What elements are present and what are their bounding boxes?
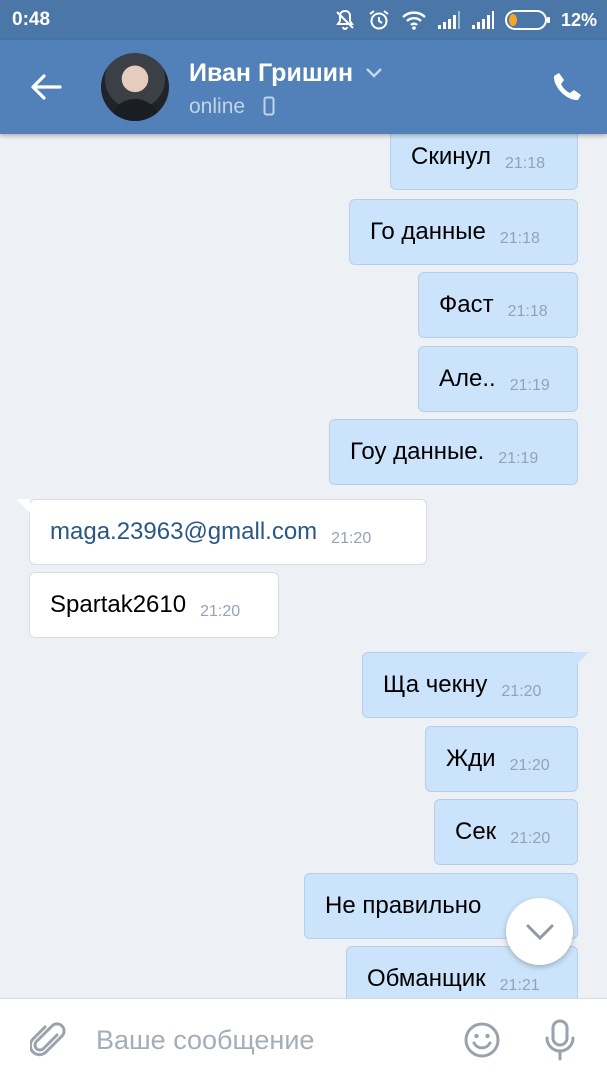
message-bubble[interactable]: maga.23963@gmall.com 21:20 bbox=[16, 499, 427, 565]
message-list[interactable]: Скинул 21:18 Го данные 21:18 Фаст 21:18 … bbox=[0, 134, 607, 998]
scroll-down-button[interactable] bbox=[506, 898, 573, 965]
message-time: 21:19 bbox=[498, 450, 539, 467]
message-text: Го данные bbox=[370, 218, 486, 245]
back-arrow-icon[interactable] bbox=[30, 73, 62, 101]
avatar-shirt bbox=[109, 99, 161, 121]
status-icons: 12% bbox=[333, 6, 597, 34]
contact-status: online bbox=[189, 95, 246, 118]
signal-icon-2 bbox=[471, 11, 494, 29]
message-text: Не правильно bbox=[325, 892, 482, 919]
message-bubble[interactable]: Го данные 21:18 bbox=[349, 199, 578, 265]
microphone-icon[interactable] bbox=[543, 1019, 577, 1061]
bubble-tail bbox=[16, 499, 30, 513]
message-bubble[interactable]: Гоу данные. 21:19 bbox=[329, 419, 578, 485]
message-time: 21:20 bbox=[200, 603, 241, 620]
message-time: 21:20 bbox=[501, 683, 542, 700]
mute-icon bbox=[336, 9, 354, 30]
message-time: 21:18 bbox=[504, 155, 546, 172]
message-bubble[interactable]: Але.. 21:19 bbox=[418, 346, 578, 412]
battery-icon bbox=[504, 10, 550, 30]
email-link[interactable]: maga.23963@gmall.com bbox=[50, 518, 317, 546]
message-bubble[interactable]: Сек 21:20 bbox=[434, 799, 578, 865]
chevron-down-icon[interactable] bbox=[365, 67, 383, 79]
message-time: 21:20 bbox=[509, 757, 550, 774]
message-bubble[interactable]: Spartak2610 21:20 bbox=[29, 572, 279, 638]
bubble-tail bbox=[575, 652, 589, 666]
chevron-down-icon bbox=[526, 924, 553, 940]
message-input[interactable]: Ваше сообщение bbox=[96, 1025, 314, 1056]
wifi-icon bbox=[402, 11, 426, 30]
message-text: Фаст bbox=[439, 291, 494, 318]
message-time: 21:20 bbox=[331, 530, 372, 547]
message-time: 21:18 bbox=[499, 230, 540, 247]
message-text: Spartak2610 bbox=[50, 591, 187, 618]
message-text: Жди bbox=[446, 745, 496, 772]
avatar[interactable] bbox=[101, 53, 169, 121]
phone-call-icon[interactable] bbox=[550, 70, 584, 104]
message-text: Сек bbox=[455, 818, 497, 845]
message-time: 21:20 bbox=[510, 830, 551, 847]
message-text: Обманщик bbox=[367, 965, 486, 992]
paperclip-icon[interactable] bbox=[30, 1019, 66, 1061]
message-text: Але.. bbox=[439, 365, 496, 392]
message-bubble[interactable]: Фаст 21:18 bbox=[418, 272, 578, 338]
status-bar: 0:48 12% bbox=[0, 0, 607, 40]
emoji-icon[interactable] bbox=[463, 1021, 501, 1059]
status-time: 0:48 bbox=[12, 9, 51, 30]
message-bubble[interactable]: Жди 21:20 bbox=[425, 726, 578, 792]
message-time: 21:18 bbox=[507, 303, 548, 320]
message-bubble[interactable]: Скинул 21:18 bbox=[390, 134, 578, 190]
message-bubble[interactable]: Ща чекну 21:20 bbox=[362, 652, 589, 718]
message-composer: Ваше сообщение bbox=[0, 998, 607, 1081]
signal-icon-1 bbox=[437, 11, 460, 29]
message-text: Ща чекну bbox=[383, 671, 488, 698]
message-text: Гоу данные. bbox=[350, 438, 485, 465]
message-time: 21:19 bbox=[509, 377, 550, 394]
message-text: Скинул bbox=[411, 143, 491, 170]
battery-percent: 12% bbox=[560, 9, 597, 30]
message-time: 21:21 bbox=[499, 977, 540, 994]
chat-header: Иван Гришин online bbox=[0, 40, 607, 134]
alarm-icon bbox=[369, 10, 389, 30]
contact-name[interactable]: Иван Гришин bbox=[189, 59, 353, 88]
mobile-phone-icon bbox=[263, 96, 275, 116]
